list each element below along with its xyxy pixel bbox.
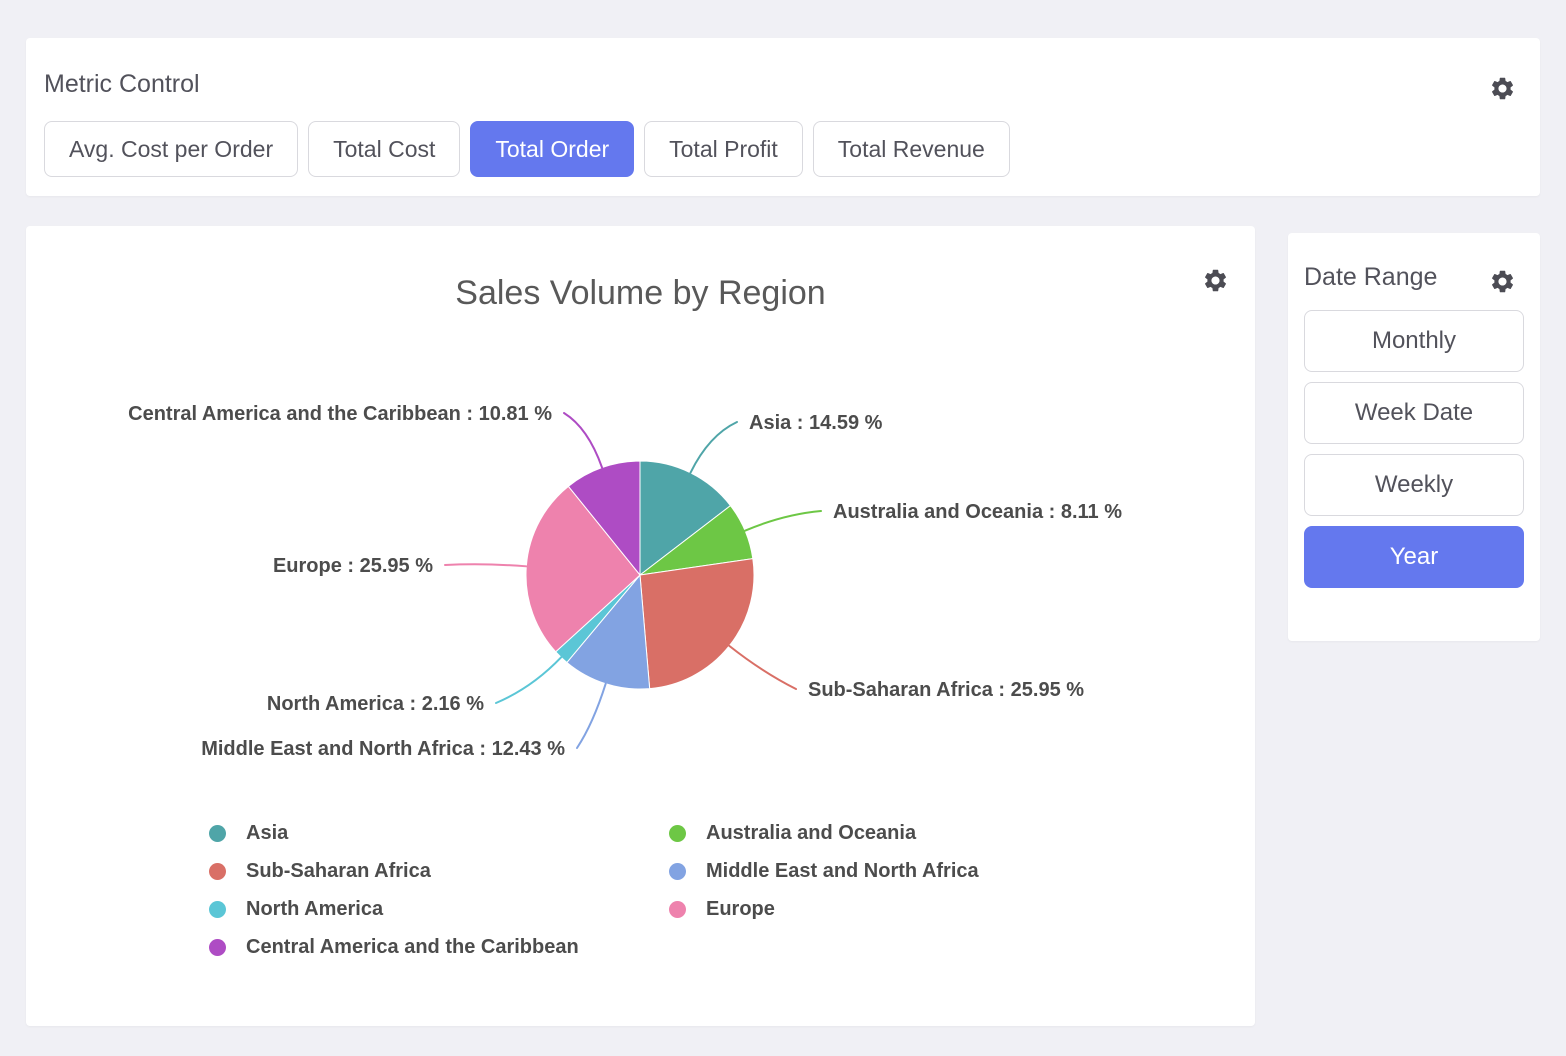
date-range-button-weekly[interactable]: Weekly [1304, 454, 1524, 516]
metric-button-total-order[interactable]: Total Order [470, 121, 634, 177]
label-line-europe [445, 564, 526, 566]
legend-label: Middle East and North Africa [706, 860, 979, 883]
label-line-asia [690, 422, 737, 473]
legend-label: Sub-Saharan Africa [246, 860, 431, 883]
label-line-north-america [496, 657, 561, 703]
label-line-central-america-and-the-caribbean [564, 413, 602, 468]
chart-panel: Sales Volume by Region Asia : 14.59 %Aus… [26, 226, 1255, 1026]
legend-dot-icon [669, 901, 686, 918]
date-range-button-year[interactable]: Year [1304, 526, 1524, 588]
date-range-panel: Date Range Monthly Week Date Weekly Year [1288, 233, 1540, 641]
legend-dot-icon [669, 825, 686, 842]
legend-label: Asia [246, 822, 288, 845]
legend-item-north-america[interactable]: North America [209, 890, 669, 928]
date-range-button-week-date[interactable]: Week Date [1304, 382, 1524, 444]
legend-item-middle-east-and-north-africa[interactable]: Middle East and North Africa [669, 852, 979, 890]
legend-item-europe[interactable]: Europe [669, 890, 979, 928]
pie-label-north-america: North America : 2.16 % [267, 693, 484, 715]
metric-settings-gear-icon[interactable] [1489, 75, 1516, 102]
legend-label: Europe [706, 898, 775, 921]
metric-buttons-group: Avg. Cost per OrderTotal CostTotal Order… [44, 121, 1010, 177]
legend-dot-icon [209, 939, 226, 956]
legend-dot-icon [209, 863, 226, 880]
pie-label-australia-and-oceania: Australia and Oceania : 8.11 % [833, 501, 1122, 523]
metric-button-total-revenue[interactable]: Total Revenue [813, 121, 1010, 177]
metric-button-avg-cost-per-order[interactable]: Avg. Cost per Order [44, 121, 298, 177]
pie-label-central-america-and-the-caribbean: Central America and the Caribbean : 10.8… [128, 403, 552, 425]
date-range-buttons-group: Monthly Week Date Weekly Year [1304, 310, 1524, 598]
label-line-sub-saharan-africa [729, 646, 796, 689]
pie-label-sub-saharan-africa: Sub-Saharan Africa : 25.95 % [808, 679, 1084, 701]
date-range-settings-gear-icon[interactable] [1489, 268, 1516, 295]
legend-label: Central America and the Caribbean [246, 936, 579, 959]
label-line-australia-and-oceania [745, 511, 821, 531]
legend-dot-icon [669, 863, 686, 880]
pie-label-asia: Asia : 14.59 % [749, 412, 883, 434]
label-line-middle-east-and-north-africa [577, 684, 606, 748]
legend-item-australia-and-oceania[interactable]: Australia and Oceania [669, 814, 979, 852]
metric-control-title: Metric Control [44, 70, 200, 99]
legend-label: Australia and Oceania [706, 822, 916, 845]
legend-label: North America [246, 898, 383, 921]
chart-legend: Asia Australia and Oceania Sub-Saharan Afr… [209, 814, 979, 966]
metric-button-total-cost[interactable]: Total Cost [308, 121, 460, 177]
pie-slice-sub-saharan-africa[interactable] [640, 559, 754, 689]
metric-control-panel: Metric Control Avg. Cost per OrderTotal … [26, 38, 1540, 196]
legend-item-sub-saharan-africa[interactable]: Sub-Saharan Africa [209, 852, 669, 890]
legend-dot-icon [209, 825, 226, 842]
date-range-button-monthly[interactable]: Monthly [1304, 310, 1524, 372]
legend-dot-icon [209, 901, 226, 918]
legend-item-asia[interactable]: Asia [209, 814, 669, 852]
legend-item-central-america-and-the-caribbean[interactable]: Central America and the Caribbean [209, 928, 669, 966]
metric-button-total-profit[interactable]: Total Profit [644, 121, 803, 177]
pie-label-middle-east-and-north-africa: Middle East and North Africa : 12.43 % [201, 738, 565, 760]
date-range-title: Date Range [1304, 263, 1437, 292]
pie-label-europe: Europe : 25.95 % [273, 555, 433, 577]
